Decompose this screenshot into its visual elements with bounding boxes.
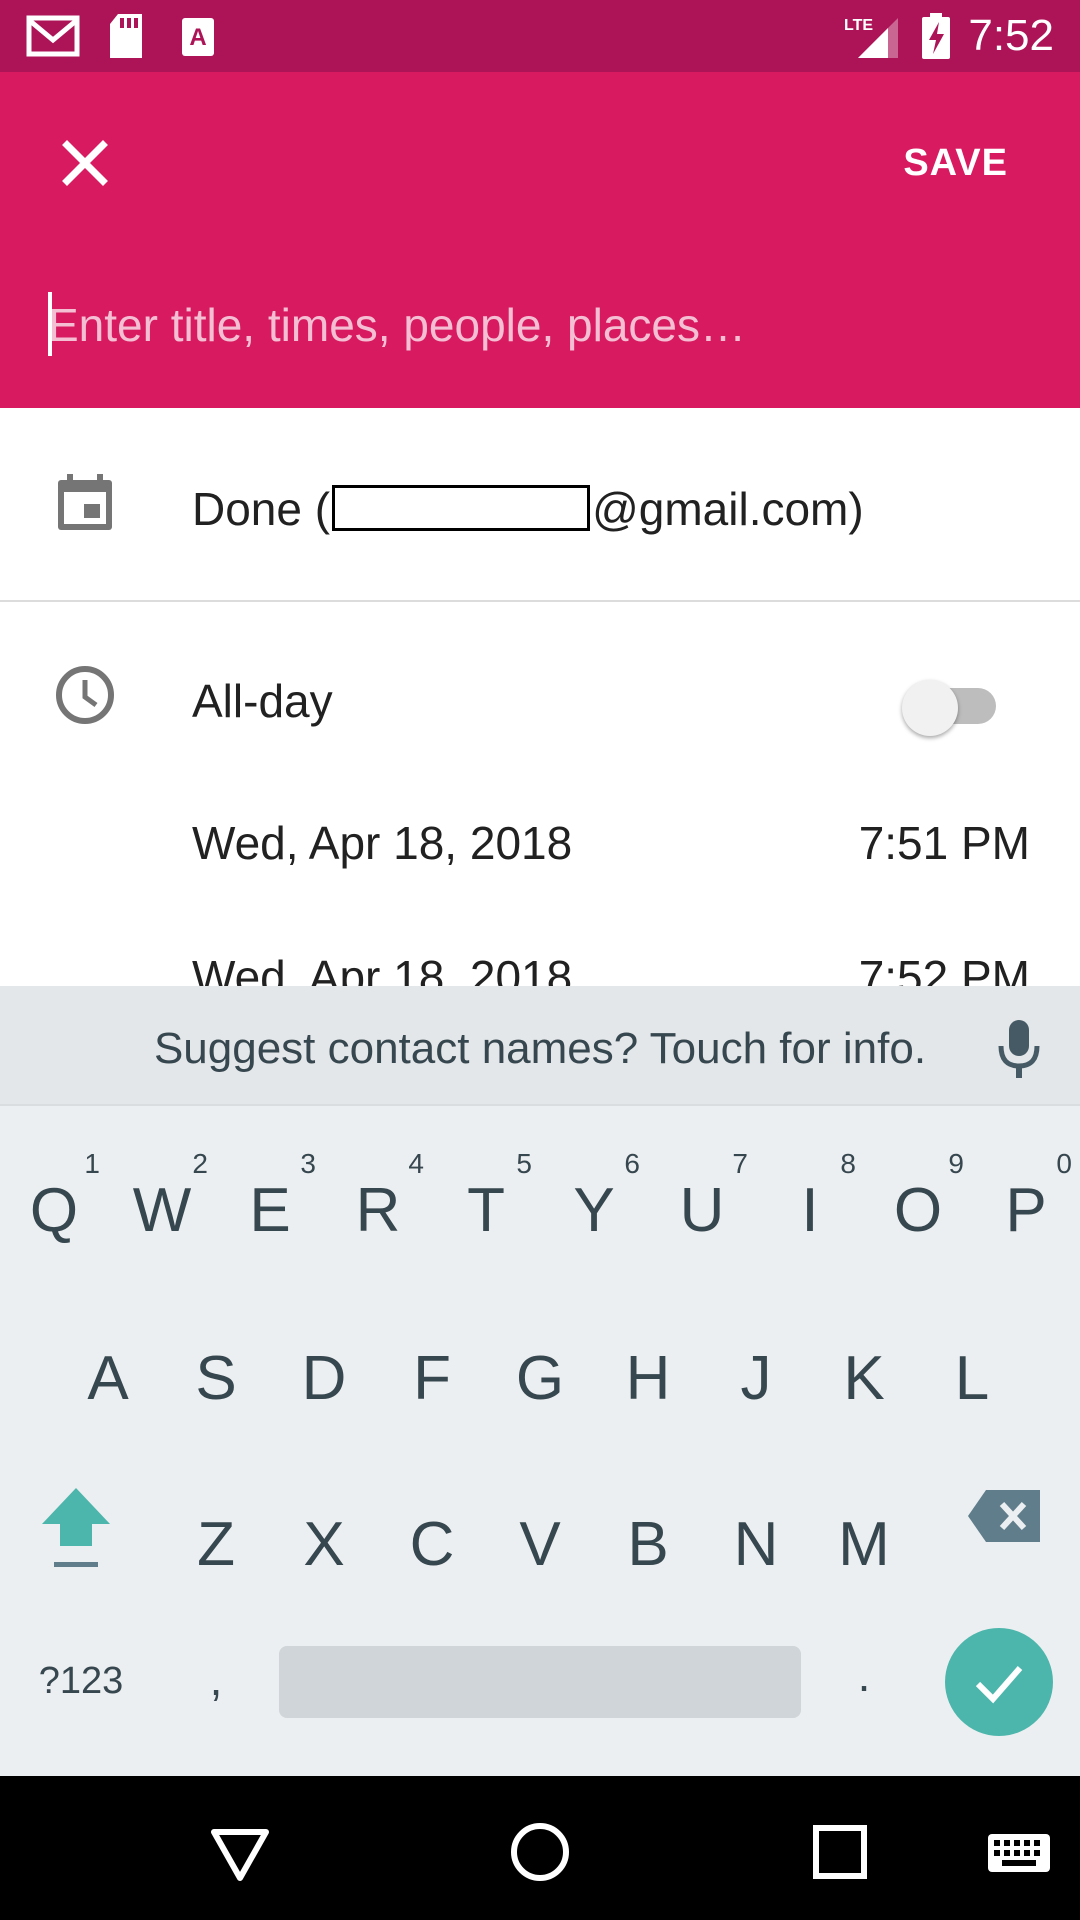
space-key[interactable] <box>279 1646 801 1718</box>
navigation-bar <box>0 1776 1080 1920</box>
start-date[interactable]: Wed, Apr 18, 2018 <box>192 816 572 870</box>
close-icon[interactable] <box>50 128 120 198</box>
key-i[interactable]: I8 <box>756 1136 864 1286</box>
suggestion-strip[interactable]: Suggest contact names? Touch for info. <box>0 986 1080 1106</box>
key-y[interactable]: Y6 <box>540 1136 648 1286</box>
key-x[interactable]: X <box>270 1470 378 1620</box>
svg-text:A: A <box>189 24 206 51</box>
key-letter: W <box>132 1176 192 1245</box>
key-h[interactable]: H <box>594 1304 702 1454</box>
key-b[interactable]: B <box>594 1470 702 1620</box>
key-number-hint: 7 <box>732 1148 748 1179</box>
save-button[interactable]: SAVE <box>903 142 1008 185</box>
text-cursor <box>48 292 52 356</box>
calendar-icon <box>58 474 112 530</box>
comma-key[interactable]: , <box>162 1604 270 1754</box>
key-number-hint: 3 <box>300 1148 316 1179</box>
key-n[interactable]: N <box>702 1470 810 1620</box>
svg-text:LTE: LTE <box>844 17 873 34</box>
key-w[interactable]: W2 <box>108 1136 216 1286</box>
clock-time: 7:52 <box>968 11 1054 60</box>
app-bar: SAVE <box>0 72 1080 408</box>
key-letter: E <box>249 1176 291 1245</box>
key-k[interactable]: K <box>810 1304 918 1454</box>
event-title-input[interactable] <box>48 290 1028 360</box>
key-number-hint: 0 <box>1056 1148 1072 1179</box>
battery-charging-icon <box>922 13 950 59</box>
key-c[interactable]: C <box>378 1470 486 1620</box>
keyboard-switch-icon[interactable] <box>984 1812 1054 1892</box>
key-a[interactable]: A <box>54 1304 162 1454</box>
key-letter: P <box>1005 1176 1047 1245</box>
calendar-account-row[interactable]: Done (@gmail.com) <box>0 408 1080 600</box>
period-key[interactable]: . <box>810 1600 918 1750</box>
clock-icon <box>56 666 114 724</box>
key-letter: U <box>679 1176 725 1245</box>
key-f[interactable]: F <box>378 1304 486 1454</box>
key-j[interactable]: J <box>702 1304 810 1454</box>
checkmark-icon <box>975 1666 1023 1704</box>
toggle-thumb <box>902 680 958 736</box>
sd-card-icon <box>110 14 142 58</box>
key-letter: Y <box>573 1176 615 1245</box>
key-s[interactable]: S <box>162 1304 270 1454</box>
lte-signal-icon: LTE <box>844 17 898 58</box>
key-u[interactable]: U7 <box>648 1136 756 1286</box>
suggestion-text[interactable]: Suggest contact names? Touch for info. <box>0 1024 1080 1074</box>
key-number-hint: 4 <box>408 1148 424 1179</box>
shift-icon[interactable] <box>36 1484 116 1574</box>
symbols-key[interactable]: ?123 <box>26 1606 136 1756</box>
key-number-hint: 1 <box>84 1148 100 1179</box>
backspace-icon[interactable] <box>966 1488 1042 1544</box>
key-number-hint: 5 <box>516 1148 532 1179</box>
key-letter: T <box>467 1176 505 1245</box>
key-g[interactable]: G <box>486 1304 594 1454</box>
key-l[interactable]: L <box>918 1304 1026 1454</box>
key-v[interactable]: V <box>486 1470 594 1620</box>
home-icon[interactable] <box>500 1812 580 1892</box>
key-q[interactable]: Q1 <box>0 1136 108 1286</box>
soft-keyboard: Suggest contact names? Touch for info. Q… <box>0 986 1080 1776</box>
key-r[interactable]: R4 <box>324 1136 432 1286</box>
key-letter: I <box>801 1176 819 1245</box>
microphone-icon[interactable] <box>994 1018 1044 1080</box>
start-time[interactable]: 7:51 PM <box>859 816 1030 870</box>
redacted-email <box>332 485 591 531</box>
key-m[interactable]: M <box>810 1470 918 1620</box>
key-e[interactable]: E3 <box>216 1136 324 1286</box>
key-letter: R <box>355 1176 401 1245</box>
calendar-account-label: Done (@gmail.com) <box>192 483 864 535</box>
key-letter: Q <box>29 1176 79 1245</box>
recents-icon[interactable] <box>800 1812 880 1892</box>
key-number-hint: 2 <box>192 1148 208 1179</box>
key-t[interactable]: T5 <box>432 1136 540 1286</box>
key-p[interactable]: P0 <box>972 1136 1080 1286</box>
done-key[interactable] <box>945 1628 1053 1736</box>
key-number-hint: 6 <box>624 1148 640 1179</box>
all-day-toggle[interactable] <box>902 672 998 736</box>
text-a-icon: A <box>182 18 214 56</box>
key-number-hint: 8 <box>840 1148 856 1179</box>
status-bar: A LTE 7:52 <box>0 0 1080 72</box>
key-number-hint: 9 <box>948 1148 964 1179</box>
gmail-icon <box>26 15 80 57</box>
all-day-label: All-day <box>192 675 333 727</box>
key-d[interactable]: D <box>270 1304 378 1454</box>
key-letter: O <box>893 1176 943 1245</box>
back-icon[interactable] <box>200 1812 280 1892</box>
key-z[interactable]: Z <box>162 1470 270 1620</box>
key-o[interactable]: O9 <box>864 1136 972 1286</box>
